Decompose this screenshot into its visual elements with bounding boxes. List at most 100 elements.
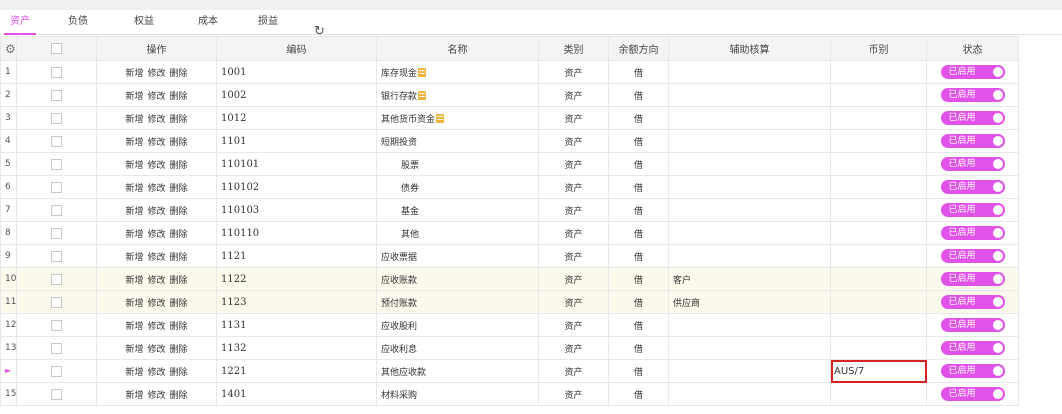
table-row[interactable]: 9 新增 修改 删除 1121 应收票据 资产 借 已启用: [0, 244, 1019, 268]
edit-button[interactable]: 修改: [147, 368, 165, 378]
status-toggle[interactable]: 已启用: [940, 295, 1005, 309]
delete-button[interactable]: 删除: [170, 115, 188, 125]
status-toggle[interactable]: 已启用: [940, 134, 1005, 148]
currency-cell[interactable]: [830, 313, 927, 337]
table-row[interactable]: 13 新增 修改 删除 1132 应收利息 资产 借 已启用: [0, 336, 1019, 360]
row-checkbox[interactable]: [51, 365, 62, 377]
add-button[interactable]: 新增: [125, 92, 143, 102]
status-toggle[interactable]: 已启用: [940, 65, 1005, 79]
status-toggle[interactable]: 已启用: [940, 249, 1005, 263]
row-checkbox[interactable]: [51, 181, 62, 193]
table-row[interactable]: 2 新增 修改 删除 1002 银行存款 资产 借 已启用: [0, 83, 1019, 107]
table-row[interactable]: 7 新增 修改 删除 110103 基金 资产 借 已启用: [0, 198, 1019, 222]
add-button[interactable]: 新增: [125, 299, 143, 309]
currency-cell[interactable]: [830, 152, 927, 176]
edit-button[interactable]: 修改: [147, 391, 165, 401]
status-toggle[interactable]: 已启用: [940, 272, 1005, 286]
add-button[interactable]: 新增: [125, 391, 143, 401]
status-toggle[interactable]: 已启用: [940, 180, 1005, 194]
table-row[interactable]: 11 新增 修改 删除 1123 预付账款 资产 借 供应商 已启用: [0, 290, 1019, 314]
table-row[interactable]: 1 新增 修改 删除 1001 库存现金 资产 借 已启用: [0, 60, 1019, 84]
delete-button[interactable]: 删除: [170, 368, 188, 378]
status-toggle[interactable]: 已启用: [940, 341, 1005, 355]
edit-button[interactable]: 修改: [147, 253, 165, 263]
table-row[interactable]: 15 新增 修改 删除 1401 材料采购 资产 借 已启用: [0, 382, 1019, 406]
delete-button[interactable]: 删除: [170, 299, 188, 309]
status-toggle[interactable]: 已启用: [940, 88, 1005, 102]
add-button[interactable]: 新增: [125, 253, 143, 263]
table-row[interactable]: 8 新增 修改 删除 110110 其他 资产 借 已启用: [0, 221, 1019, 245]
row-checkbox[interactable]: [51, 204, 62, 216]
currency-cell[interactable]: [830, 60, 927, 84]
delete-button[interactable]: 删除: [170, 253, 188, 263]
tab-equity[interactable]: 权益: [134, 10, 154, 34]
status-toggle[interactable]: 已启用: [940, 111, 1005, 125]
status-toggle[interactable]: 已启用: [940, 387, 1005, 401]
row-checkbox[interactable]: [51, 273, 62, 285]
currency-cell[interactable]: [830, 267, 927, 291]
edit-button[interactable]: 修改: [147, 138, 165, 148]
row-checkbox[interactable]: [51, 250, 62, 262]
edit-button[interactable]: 修改: [147, 161, 165, 171]
add-button[interactable]: 新增: [125, 276, 143, 286]
gear-icon[interactable]: ⚙: [5, 42, 16, 56]
row-checkbox[interactable]: [51, 112, 62, 124]
table-row[interactable]: 12 新增 修改 删除 1131 应收股利 资产 借 已启用: [0, 313, 1019, 337]
delete-button[interactable]: 删除: [170, 276, 188, 286]
delete-button[interactable]: 删除: [170, 322, 188, 332]
add-button[interactable]: 新增: [125, 115, 143, 125]
delete-button[interactable]: 删除: [170, 207, 188, 217]
edit-button[interactable]: 修改: [147, 92, 165, 102]
currency-cell[interactable]: [830, 336, 927, 360]
currency-cell[interactable]: [830, 129, 927, 153]
add-button[interactable]: 新增: [125, 322, 143, 332]
delete-button[interactable]: 删除: [170, 391, 188, 401]
edit-button[interactable]: 修改: [147, 299, 165, 309]
add-button[interactable]: 新增: [125, 138, 143, 148]
edit-button[interactable]: 修改: [147, 276, 165, 286]
currency-cell[interactable]: [830, 83, 927, 107]
delete-button[interactable]: 删除: [170, 138, 188, 148]
status-toggle[interactable]: 已启用: [940, 157, 1005, 171]
settings-column[interactable]: ⚙: [0, 36, 17, 61]
delete-button[interactable]: 删除: [170, 161, 188, 171]
row-checkbox[interactable]: [51, 388, 62, 400]
add-button[interactable]: 新增: [125, 184, 143, 194]
currency-cell[interactable]: [830, 106, 927, 130]
table-row[interactable]: ► 新增 修改 删除 1221 其他应收款 资产 借 AUS/7 已启用: [0, 359, 1019, 383]
currency-cell[interactable]: AUS/7: [830, 359, 927, 383]
delete-button[interactable]: 删除: [170, 184, 188, 194]
currency-cell[interactable]: [830, 198, 927, 222]
row-checkbox[interactable]: [51, 66, 62, 78]
delete-button[interactable]: 删除: [170, 92, 188, 102]
delete-button[interactable]: 删除: [170, 230, 188, 240]
status-toggle[interactable]: 已启用: [940, 364, 1005, 378]
currency-cell[interactable]: [830, 175, 927, 199]
add-button[interactable]: 新增: [125, 230, 143, 240]
row-checkbox[interactable]: [51, 158, 62, 170]
currency-cell[interactable]: [830, 244, 927, 268]
add-button[interactable]: 新增: [125, 161, 143, 171]
row-checkbox[interactable]: [51, 227, 62, 239]
select-all-column[interactable]: [16, 36, 97, 61]
table-row[interactable]: 3 新增 修改 删除 1012 其他货币资金 资产 借 已启用: [0, 106, 1019, 130]
tab-cost[interactable]: 成本: [198, 10, 218, 34]
edit-button[interactable]: 修改: [147, 207, 165, 217]
currency-cell[interactable]: [830, 382, 927, 406]
table-row[interactable]: 5 新增 修改 删除 110101 股票 资产 借 已启用: [0, 152, 1019, 176]
currency-cell[interactable]: [830, 290, 927, 314]
tab-liabilities[interactable]: 负债: [68, 10, 88, 34]
row-checkbox[interactable]: [51, 296, 62, 308]
select-all-checkbox[interactable]: [51, 42, 62, 54]
edit-button[interactable]: 修改: [147, 322, 165, 332]
edit-button[interactable]: 修改: [147, 345, 165, 355]
status-toggle[interactable]: 已启用: [940, 203, 1005, 217]
edit-button[interactable]: 修改: [147, 115, 165, 125]
table-row[interactable]: 4 新增 修改 删除 1101 短期投资 资产 借 已启用: [0, 129, 1019, 153]
add-button[interactable]: 新增: [125, 207, 143, 217]
add-button[interactable]: 新增: [125, 69, 143, 79]
row-checkbox[interactable]: [51, 89, 62, 101]
edit-button[interactable]: 修改: [147, 69, 165, 79]
delete-button[interactable]: 删除: [170, 345, 188, 355]
delete-button[interactable]: 删除: [170, 69, 188, 79]
